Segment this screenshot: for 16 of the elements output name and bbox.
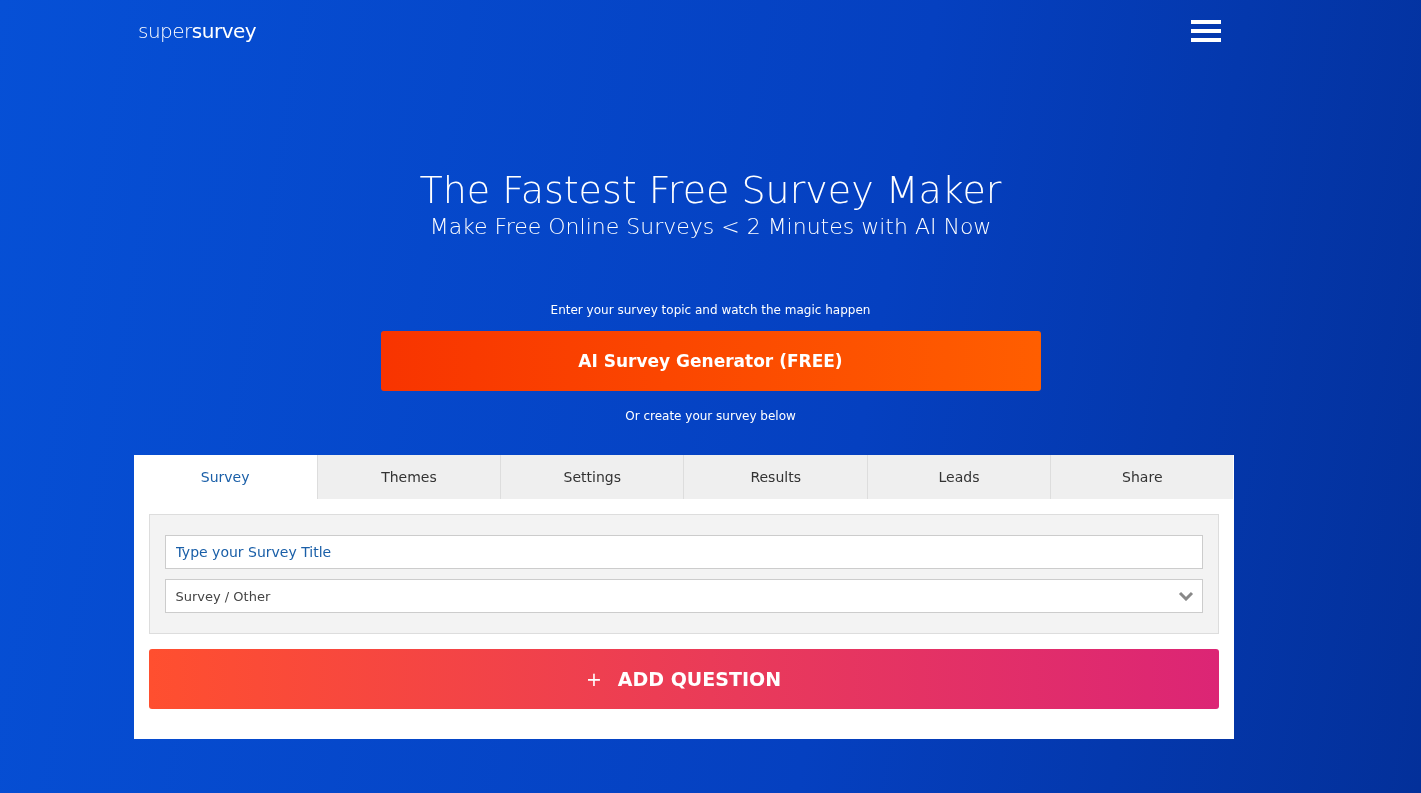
hero-subtitle: Make Free Online Surveys < 2 Minutes with AI Now [429,214,992,239]
ai-prompt-text: Enter your survey topic and watch the magic happen [550,303,871,317]
tab[interactable]: Leads [866,455,1051,499]
create-below-text: Or create your survey below [625,409,796,423]
category-dropdown[interactable]: Survey / Other [164,579,1203,613]
logo[interactable]: supersurvey [138,19,257,43]
tab[interactable]: Settings [500,455,684,499]
hero-title: The Fastest Free Survey Maker [419,168,1002,212]
menu-icon[interactable] [1191,19,1221,43]
tab[interactable]: Themes [316,455,501,499]
chevron-down-icon [1177,591,1194,601]
tab[interactable]: Share [1050,455,1234,499]
tab[interactable]: Results [683,455,867,499]
ai-generator-button[interactable]: AI Survey Generator (FREE) [380,331,1041,391]
survey-title-field[interactable]: Type your Survey Title [164,535,1203,569]
add-question-button[interactable]: + ADD QUESTION [148,649,1219,709]
